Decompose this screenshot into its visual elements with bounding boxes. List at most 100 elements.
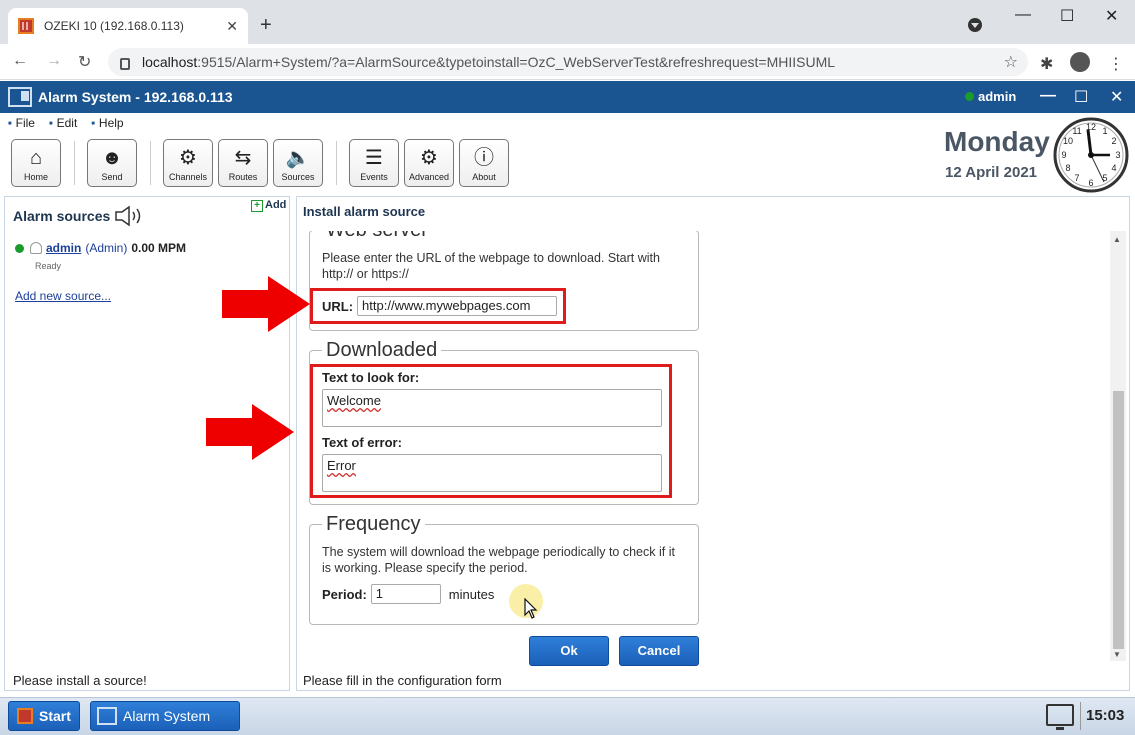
app-maximize-icon[interactable]: ☐: [1074, 87, 1088, 107]
svg-text:3: 3: [1115, 150, 1120, 160]
send-label: Send: [101, 172, 123, 182]
svg-text:6: 6: [1088, 178, 1093, 188]
left-status-text: Please install a source!: [13, 673, 147, 688]
routes-button[interactable]: ⇆ Routes: [218, 139, 268, 187]
online-status-icon: [15, 243, 24, 253]
alarm-sources-title: Alarm sources: [13, 208, 111, 224]
svg-text:7: 7: [1074, 173, 1079, 183]
routes-label: Routes: [228, 172, 258, 182]
source-role: (Admin): [85, 241, 128, 255]
taskbar: Start Alarm System 15:03: [0, 697, 1135, 735]
current-date: 12 April 2021: [945, 164, 1037, 181]
red-arrow-icon: [222, 276, 310, 332]
monitor-icon[interactable]: [1046, 704, 1074, 730]
period-unit: minutes: [448, 586, 495, 602]
online-status-icon: [965, 92, 974, 101]
cancel-button[interactable]: Cancel: [619, 636, 699, 666]
frequency-legend: Frequency: [326, 513, 421, 535]
toolbar-separator: [74, 141, 75, 185]
right-status-text: Please fill in the configuration form: [303, 673, 502, 688]
toolbar-separator: [150, 141, 151, 185]
window-minimize-icon[interactable]: —: [1015, 6, 1031, 24]
svg-text:8: 8: [1065, 163, 1070, 173]
web-server-description: Please enter the URL of the webpage to d…: [322, 251, 660, 281]
speaker-icon: [115, 205, 141, 227]
app-title-bar: Alarm System - 192.168.0.113 admin — ☐ ✕: [0, 81, 1135, 113]
taskbar-alarm-system[interactable]: Alarm System: [90, 701, 240, 731]
period-label: Period:: [322, 586, 367, 602]
send-button[interactable]: ☻ Send: [87, 139, 137, 187]
menu-file[interactable]: File: [8, 116, 35, 130]
frequency-fieldset: Frequency The system will download the w…: [309, 513, 699, 625]
downloaded-highlight-box: [310, 364, 672, 498]
scroll-up-icon[interactable]: ▲: [1113, 235, 1121, 244]
ok-button[interactable]: Ok: [529, 636, 609, 666]
browser-tab[interactable]: OZEKI 10 (192.168.0.113) ✕: [8, 8, 248, 44]
back-button[interactable]: ←: [12, 52, 28, 70]
start-button[interactable]: Start: [8, 701, 80, 731]
tab-close-icon[interactable]: ✕: [226, 18, 238, 35]
ozeki-favicon-icon: [18, 18, 34, 34]
frequency-description: The system will download the webpage per…: [322, 545, 675, 575]
source-name-link[interactable]: admin: [46, 241, 81, 255]
add-new-source-link[interactable]: Add new source...: [15, 289, 111, 303]
app-close-icon[interactable]: ✕: [1110, 87, 1123, 107]
send-icon: ☻: [101, 147, 123, 169]
source-row: admin (Admin) 0.00 MPM: [15, 241, 186, 255]
new-tab-button[interactable]: +: [260, 14, 272, 37]
info-icon: ⓘ: [474, 147, 494, 169]
svg-text:9: 9: [1061, 150, 1066, 160]
tab-search-icon[interactable]: [968, 18, 982, 32]
window-maximize-icon[interactable]: ☐: [1060, 6, 1074, 26]
browser-tab-bar: OZEKI 10 (192.168.0.113) ✕ + — ☐ ✕: [0, 0, 1135, 44]
red-arrow-icon: [206, 404, 294, 460]
browser-menu-icon[interactable]: ⋮: [1108, 54, 1124, 74]
app-minimize-icon[interactable]: —: [1040, 87, 1056, 105]
install-source-title: Install alarm source: [303, 204, 426, 219]
sources-button[interactable]: 🔈 Sources: [273, 139, 323, 187]
channels-icon: ⚙: [179, 147, 197, 169]
scrollbar-thumb[interactable]: [1113, 391, 1124, 649]
add-source-button[interactable]: Add: [251, 199, 286, 212]
app-logo-icon: [97, 707, 117, 725]
taskbar-clock: 15:03: [1086, 707, 1125, 724]
speaker-icon: 🔈: [285, 147, 311, 169]
vertical-scrollbar[interactable]: ▲ ▼: [1110, 231, 1126, 661]
advanced-button[interactable]: ⚙ Advanced: [404, 139, 454, 187]
about-button[interactable]: ⓘ About: [459, 139, 509, 187]
analog-clock-icon: 12 12 345 678 91011: [1053, 117, 1129, 193]
menu-help[interactable]: Help: [91, 116, 124, 130]
window-close-icon[interactable]: ✕: [1105, 6, 1118, 26]
gear-icon: ⚙: [420, 147, 438, 169]
scroll-down-icon[interactable]: ▼: [1113, 650, 1121, 659]
events-label: Events: [360, 172, 388, 182]
home-button[interactable]: ⌂ Home: [11, 139, 61, 187]
svg-text:10: 10: [1063, 136, 1073, 146]
sources-label: Sources: [281, 172, 315, 182]
source-status: Ready: [35, 261, 62, 271]
svg-text:11: 11: [1072, 126, 1081, 136]
events-button[interactable]: ☰ Events: [349, 139, 399, 187]
forward-button[interactable]: →: [46, 52, 62, 70]
period-row: Period: 1 minutes: [322, 584, 686, 604]
channels-button[interactable]: ⚙ Channels: [163, 139, 213, 187]
about-label: About: [472, 172, 496, 182]
app-title: Alarm System - 192.168.0.113: [38, 89, 233, 105]
period-input[interactable]: 1: [370, 584, 441, 604]
channels-label: Channels: [168, 172, 208, 182]
reload-button[interactable]: ↻: [78, 52, 91, 72]
extensions-icon[interactable]: ✱: [1040, 54, 1053, 74]
menu-edit[interactable]: Edit: [49, 116, 78, 130]
profile-avatar-icon[interactable]: [1070, 52, 1090, 72]
bookmark-star-icon[interactable]: ☆: [1004, 52, 1018, 72]
tray-separator: [1080, 702, 1081, 730]
user-indicator[interactable]: admin: [965, 89, 1016, 104]
downloaded-legend: Downloaded: [326, 339, 438, 361]
address-bar[interactable]: localhost:9515/Alarm+System/?a=AlarmSour…: [108, 48, 1028, 76]
start-label: Start: [39, 708, 71, 724]
day-name: Monday: [944, 126, 1050, 157]
mouse-cursor-icon: [524, 598, 538, 619]
ozeki-start-icon: [17, 708, 33, 724]
events-icon: ☰: [365, 147, 383, 169]
svg-text:1: 1: [1102, 126, 1107, 136]
